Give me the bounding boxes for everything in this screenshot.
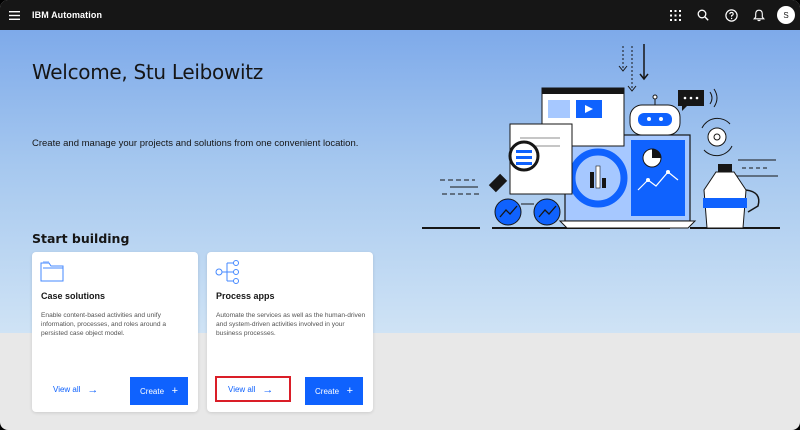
menu-icon[interactable] <box>1 0 27 30</box>
case-solutions-card: Case solutions Enable content-based acti… <box>32 252 198 412</box>
arrow-right-icon: → <box>262 383 274 396</box>
card-description: Enable content-based activities and unif… <box>41 312 166 337</box>
process-apps-card: Process apps Automate the services as we… <box>207 252 373 412</box>
help-icon[interactable] <box>717 0 745 30</box>
app-brand[interactable]: IBM Automation <box>32 10 102 20</box>
view-all-label: View all <box>228 385 256 394</box>
welcome-subtitle: Create and manage your projects and solu… <box>32 138 359 149</box>
card-description: Automate the services as well as the hum… <box>216 312 366 337</box>
view-all-link[interactable]: View all → <box>53 383 99 396</box>
start-building-heading: Start building <box>32 231 130 246</box>
user-avatar[interactable]: S <box>777 6 795 24</box>
add-icon: + <box>346 385 353 397</box>
card-title: Case solutions <box>41 291 106 301</box>
create-button[interactable]: Create + <box>130 377 188 405</box>
app-window: IBM Automation S Welcome, Stu Leibowitz … <box>0 0 800 430</box>
arrow-right-icon: → <box>87 383 99 396</box>
create-button[interactable]: Create + <box>305 377 363 405</box>
view-all-label: View all <box>53 385 81 394</box>
automation-illustration <box>422 44 780 229</box>
create-label: Create <box>140 386 165 396</box>
welcome-heading: Welcome, Stu Leibowitz <box>32 60 264 84</box>
app-switcher-icon[interactable] <box>661 0 689 30</box>
create-label: Create <box>315 386 340 396</box>
folder-icon <box>40 260 64 287</box>
search-icon[interactable] <box>689 0 717 30</box>
view-all-link[interactable]: View all → <box>228 383 274 396</box>
notification-icon[interactable] <box>745 0 773 30</box>
top-navigation-bar: IBM Automation S <box>0 0 800 30</box>
topbar-actions: S <box>661 0 800 30</box>
add-icon: + <box>171 385 178 397</box>
card-title: Process apps <box>216 291 275 301</box>
flow-icon <box>215 260 241 289</box>
